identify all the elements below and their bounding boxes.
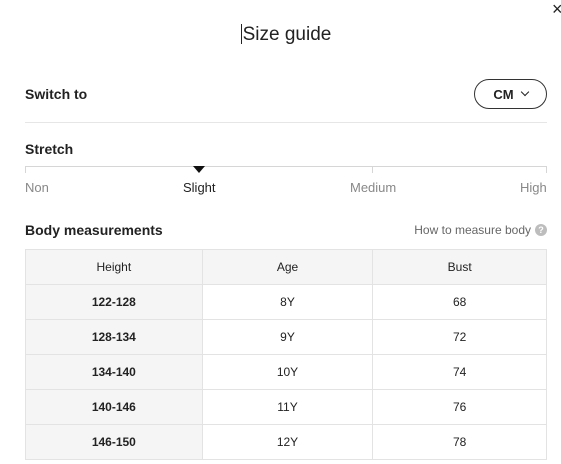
close-icon[interactable]: ×: [552, 0, 561, 18]
table-row: 146-150 12Y 78: [25, 424, 547, 460]
table-row: 134-140 10Y 74: [25, 354, 547, 390]
unit-switch-row: Switch to CM: [25, 77, 547, 111]
age-cell: 9Y: [201, 319, 374, 355]
column-header-age: Age: [201, 249, 374, 285]
bust-cell: 78: [372, 424, 547, 460]
age-cell: 10Y: [201, 354, 374, 390]
height-cell: 122-128: [25, 284, 203, 320]
text-caret: [240, 24, 242, 44]
stretch-option-slight: Slight: [183, 180, 216, 195]
stretch-scale-track: [25, 166, 547, 167]
page-title: Size guide: [0, 24, 561, 46]
age-cell: 8Y: [201, 284, 374, 320]
height-cell: 134-140: [25, 354, 203, 390]
chevron-down-icon: [520, 87, 529, 97]
body-measurements-header: Body measurements How to measure body ?: [25, 222, 547, 238]
table-row: 140-146 11Y 76: [25, 389, 547, 425]
height-cell: 146-150: [25, 424, 203, 460]
stretch-tick: [546, 166, 547, 173]
stretch-tick: [372, 166, 373, 173]
column-header-bust: Bust: [372, 249, 547, 285]
bust-cell: 74: [372, 354, 547, 390]
height-cell: 128-134: [25, 319, 203, 355]
body-measurements-title: Body measurements: [25, 222, 163, 238]
help-icon: ?: [535, 224, 547, 236]
stretch-option-medium: Medium: [350, 180, 397, 195]
age-cell: 12Y: [201, 424, 374, 460]
stretch-indicator-icon: [193, 166, 205, 173]
size-guide-panel: × Size guide Switch to CM Stretch Non Sl…: [0, 0, 561, 464]
table-row: 122-128 8Y 68: [25, 284, 547, 320]
page-title-text: Size guide: [242, 24, 332, 45]
stretch-tick: [25, 166, 26, 173]
stretch-title: Stretch: [25, 141, 74, 157]
age-cell: 11Y: [201, 389, 374, 425]
column-header-height: Height: [25, 249, 203, 285]
stretch-option-non: Non: [25, 180, 49, 195]
unit-dropdown-value: CM: [493, 86, 514, 102]
switch-label: Switch to: [25, 86, 88, 102]
divider: [25, 122, 547, 123]
bust-cell: 72: [372, 319, 547, 355]
unit-dropdown[interactable]: CM: [474, 79, 547, 109]
how-to-measure-label: How to measure body: [414, 223, 531, 237]
stretch-option-high: High: [520, 180, 547, 195]
height-cell: 140-146: [25, 389, 203, 425]
how-to-measure-link[interactable]: How to measure body ?: [414, 223, 547, 237]
size-table: Height Age Bust 122-128 8Y 68 128-134 9Y…: [25, 249, 547, 460]
table-row: 128-134 9Y 72: [25, 319, 547, 355]
bust-cell: 68: [372, 284, 547, 320]
table-header-row: Height Age Bust: [25, 249, 547, 285]
bust-cell: 76: [372, 389, 547, 425]
